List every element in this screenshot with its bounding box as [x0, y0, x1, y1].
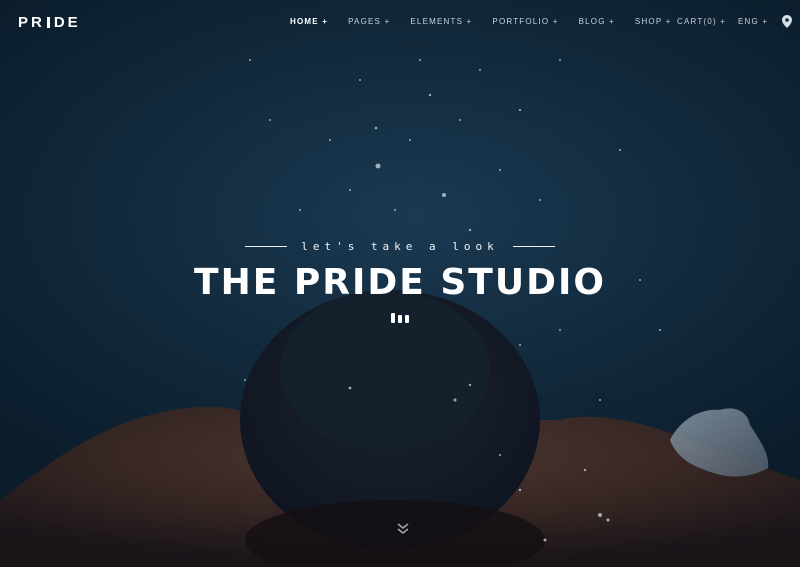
map-pin-icon[interactable] [782, 15, 792, 28]
cart-link[interactable]: CART(0) + [677, 17, 726, 26]
main-nav: HOME + PAGES + ELEMENTS + PORTFOLIO + BL… [290, 17, 692, 26]
language-selector[interactable]: ENG + [738, 17, 768, 26]
tagline-row: let's take a look [0, 240, 800, 253]
tagline-line-right [512, 246, 555, 247]
hero-section: PR DE HOME + PAGES + ELEMENTS + PORTFOLIO… [0, 0, 800, 567]
tagline-line-left [245, 246, 288, 247]
nav-item-portfolio[interactable]: PORTFOLIO + [492, 17, 558, 26]
double-chevron-down-icon[interactable] [396, 522, 410, 536]
nav-item-shop[interactable]: SHOP + [635, 17, 672, 26]
hero-title: THE PRIDE STUDIO [194, 262, 606, 303]
nav-item-elements[interactable]: ELEMENTS + [410, 17, 472, 26]
logo-bar [46, 17, 50, 28]
site-header: PR DE HOME + PAGES + ELEMENTS + PORTFOLIO… [0, 0, 800, 46]
title-divider-icon [391, 313, 409, 323]
nav-item-home[interactable]: HOME + [290, 17, 328, 26]
hero-tagline: let's take a look [301, 240, 499, 253]
nav-item-blog[interactable]: BLOG + [579, 17, 615, 26]
site-logo[interactable]: PR DE [18, 14, 81, 31]
logo-text-left: PR [18, 14, 45, 31]
nav-item-pages[interactable]: PAGES + [348, 17, 390, 26]
logo-text-right: DE [53, 14, 81, 31]
